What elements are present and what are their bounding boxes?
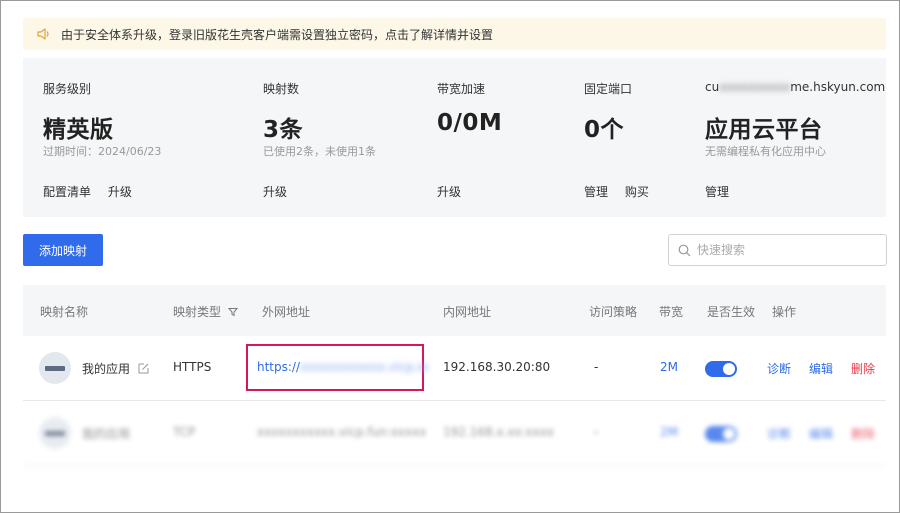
table-row: 我的应用 TCP xxxxxxxxxxx.vicp.fun:xxxxx 192.… bbox=[23, 401, 886, 466]
notice-text[interactable]: 由于安全体系升级，登录旧版花生壳客户端需设置独立密码，点击了解详情并设置 bbox=[61, 26, 493, 43]
col-enabled-header: 是否生效 bbox=[707, 305, 756, 319]
col-internal-header: 内网地址 bbox=[443, 305, 492, 319]
manage-cloud-link[interactable]: 管理 bbox=[705, 185, 729, 199]
mapping-type: HTTPS bbox=[173, 360, 212, 374]
edit-button[interactable]: 编辑 bbox=[809, 360, 833, 377]
stat-sub: 过期时间：2024/06/23 bbox=[43, 145, 162, 158]
stat-value: 3条 bbox=[263, 117, 304, 143]
app-avatar-glyph bbox=[45, 430, 65, 436]
search-input[interactable] bbox=[697, 243, 867, 257]
col-name-header: 映射名称 bbox=[40, 305, 89, 319]
stat-label: 服务级别 bbox=[43, 82, 92, 96]
search-box[interactable] bbox=[668, 234, 887, 266]
col-actions-header: 操作 bbox=[772, 305, 797, 319]
col-type-header[interactable]: 映射类型 bbox=[173, 303, 239, 320]
stat-actions: 升级 bbox=[263, 183, 300, 200]
app-avatar-glyph bbox=[45, 365, 65, 371]
redacted-text: xxxxxxxxxxxx.vicp.io bbox=[300, 360, 429, 374]
config-list-link[interactable]: 配置清单 bbox=[43, 185, 91, 199]
external-address-link[interactable]: https://xxxxxxxxxxxx.vicp.io bbox=[257, 360, 428, 374]
access-policy: - bbox=[594, 425, 599, 439]
mapping-name: 我的应用 bbox=[82, 427, 131, 441]
internal-address: 192.168.x.xx:xxxx bbox=[443, 425, 555, 439]
stat-actions: 管理 购买 bbox=[584, 183, 662, 200]
buy-port-link[interactable]: 购买 bbox=[625, 185, 649, 199]
edit-name-icon[interactable] bbox=[138, 363, 149, 374]
enable-toggle[interactable] bbox=[705, 426, 737, 442]
diagnose-button[interactable]: 诊断 bbox=[767, 360, 791, 377]
upgrade-bandwidth-link[interactable]: 升级 bbox=[437, 185, 461, 199]
upgrade-mappings-link[interactable]: 升级 bbox=[263, 185, 287, 199]
diagnose-button[interactable]: 诊断 bbox=[767, 425, 791, 442]
redacted-text: xxxxxxxxxx bbox=[719, 80, 791, 94]
stat-label: 固定端口 bbox=[584, 82, 633, 96]
col-bandwidth-header: 带宽 bbox=[659, 305, 684, 319]
col-external-header: 外网地址 bbox=[262, 305, 311, 319]
stats-panel: 服务级别 精英版 过期时间：2024/06/23 配置清单 升级 映射数 3条 … bbox=[23, 58, 886, 217]
mapping-type: TCP bbox=[173, 425, 196, 439]
filter-icon[interactable] bbox=[228, 307, 239, 317]
app-avatar bbox=[39, 352, 71, 384]
stat-value: 0/0M bbox=[437, 110, 503, 136]
upgrade-service-link[interactable]: 升级 bbox=[108, 185, 132, 199]
col-policy-header: 访问策略 bbox=[589, 305, 638, 319]
toggle-knob bbox=[723, 363, 735, 375]
bandwidth-value[interactable]: 2M bbox=[660, 360, 678, 374]
add-mapping-button[interactable]: 添加映射 bbox=[23, 234, 103, 266]
mapping-name-cell: 我的应用 bbox=[82, 360, 149, 377]
stat-value: 应用云平台 bbox=[705, 117, 823, 143]
stat-actions: 升级 bbox=[437, 183, 474, 200]
stat-value: 精英版 bbox=[43, 117, 114, 143]
notice-bar[interactable]: 由于安全体系升级，登录旧版花生壳客户端需设置独立密码，点击了解详情并设置 bbox=[23, 18, 886, 50]
stat-sub: 已使用2条，未使用1条 bbox=[263, 145, 376, 158]
table-header: 映射名称 映射类型 外网地址 内网地址 访问策略 带宽 是否生效 操作 bbox=[23, 285, 886, 336]
cloud-domain-label: cuxxxxxxxxxxme.hskyun.com bbox=[705, 80, 886, 94]
delete-button[interactable]: 删除 bbox=[851, 360, 875, 377]
toggle-knob bbox=[723, 428, 735, 440]
access-policy: - bbox=[594, 360, 599, 374]
delete-button[interactable]: 删除 bbox=[851, 425, 875, 442]
table-row: 我的应用 HTTPS https://xxxxxxxxxxxx.vicp.io … bbox=[23, 336, 886, 401]
mapping-name: 我的应用 bbox=[82, 362, 131, 376]
internal-address: 192.168.30.20:80 bbox=[443, 360, 551, 374]
app-avatar bbox=[39, 417, 71, 449]
stat-actions: 管理 bbox=[705, 183, 742, 200]
stat-actions: 配置清单 升级 bbox=[43, 183, 145, 200]
stat-label: 映射数 bbox=[263, 82, 300, 96]
stat-value: 0个 bbox=[584, 117, 625, 143]
bandwidth-value[interactable]: 2M bbox=[660, 425, 678, 439]
stat-sub: 无需编程私有化应用中心 bbox=[705, 145, 826, 158]
external-address[interactable]: xxxxxxxxxxx.vicp.fun:xxxxx bbox=[257, 425, 426, 439]
search-icon bbox=[678, 244, 691, 256]
manage-port-link[interactable]: 管理 bbox=[584, 185, 608, 199]
enable-toggle[interactable] bbox=[705, 361, 737, 377]
speaker-icon bbox=[37, 28, 49, 40]
edit-button[interactable]: 编辑 bbox=[809, 425, 833, 442]
stat-label: 带宽加速 bbox=[437, 82, 486, 96]
